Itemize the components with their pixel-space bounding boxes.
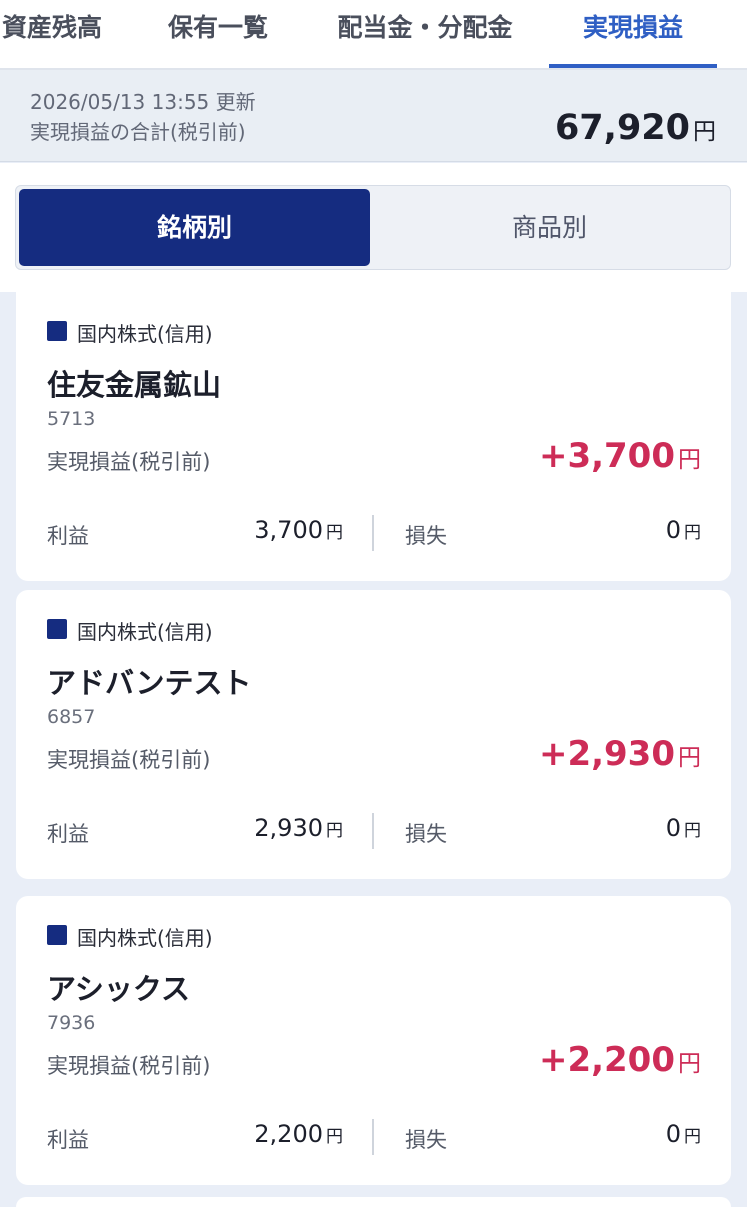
- loss-value: 0: [665, 516, 681, 544]
- gain-amount: 2,200 円: [254, 1120, 343, 1148]
- gain-label: 利益: [47, 524, 89, 548]
- pl-value: +2,930: [538, 734, 675, 774]
- gain-unit: 円: [326, 821, 343, 841]
- by-product-button[interactable]: 商品別: [372, 189, 727, 266]
- top-tab-bar: 資産残高 保有一覧 配当金・分配金 実現損益: [0, 0, 747, 70]
- holding-card[interactable]: 国内株式(信用) アドバンテスト 6857 実現損益(税引前) +2,930 円 …: [16, 590, 731, 879]
- total-label: 実現損益の合計(税引前): [30, 120, 246, 144]
- loss-amount: 0円: [666, 516, 701, 544]
- tab-holdings-list[interactable]: 保有一覧: [153, 0, 283, 68]
- loss-value: 0: [665, 1120, 681, 1148]
- pl-unit: 円: [678, 447, 701, 473]
- loss-value: 0: [665, 814, 681, 842]
- tab-dividends[interactable]: 配当金・分配金: [325, 0, 525, 68]
- gain-unit: 円: [326, 1127, 343, 1147]
- stock-code: 6857: [47, 706, 96, 728]
- gain-unit: 円: [326, 523, 343, 543]
- stock-name: 住友金属鉱山: [47, 368, 222, 402]
- category-label: 国内株式(信用): [77, 926, 213, 950]
- pl-label: 実現損益(税引前): [47, 1054, 211, 1078]
- divider: [372, 515, 374, 551]
- by-stock-button[interactable]: 銘柄別: [19, 189, 370, 266]
- category-marker-icon: [47, 321, 67, 341]
- gain-label: 利益: [47, 1128, 89, 1152]
- loss-unit: 円: [684, 523, 701, 543]
- category-label: 国内株式(信用): [77, 322, 213, 346]
- pl-amount: +2,930 円: [539, 734, 701, 774]
- stock-code: 7936: [47, 1012, 96, 1034]
- view-toggle: 銘柄別 商品別: [15, 185, 731, 270]
- gain-amount: 2,930 円: [254, 814, 343, 842]
- realized-pl-summary: 2026/05/13 13:55 更新 実現損益の合計(税引前) 67,920 円: [0, 70, 747, 162]
- gain-value: 2,930: [254, 814, 323, 842]
- updated-timestamp: 2026/05/13 13:55 更新: [30, 90, 256, 114]
- gain-value: 3,700: [254, 516, 323, 544]
- category-marker-icon: [47, 619, 67, 639]
- gain-label: 利益: [47, 822, 89, 846]
- gain-value: 2,200: [254, 1120, 323, 1148]
- loss-label: 損失: [405, 1128, 447, 1152]
- loss-unit: 円: [684, 1127, 701, 1147]
- divider: [372, 1119, 374, 1155]
- holding-card[interactable]: 国内株式(信用) アシックス 7936 実現損益(税引前) +2,200 円 利益…: [16, 896, 731, 1185]
- stock-code: 5713: [47, 408, 96, 430]
- divider: [372, 813, 374, 849]
- loss-amount: 0円: [666, 1120, 701, 1148]
- stock-name: アドバンテスト: [47, 666, 252, 700]
- holding-card[interactable]: 国内株式(信用) 住友金属鉱山 5713 実現損益(税引前) +3,700 円 利…: [16, 292, 731, 581]
- loss-label: 損失: [405, 822, 447, 846]
- gain-amount: 3,700 円: [254, 516, 343, 544]
- pl-unit: 円: [678, 1051, 701, 1077]
- total-unit: 円: [693, 119, 716, 145]
- pl-value: +2,200: [538, 1040, 675, 1080]
- pl-unit: 円: [678, 745, 701, 771]
- category-label: 国内株式(信用): [77, 620, 213, 644]
- loss-unit: 円: [684, 821, 701, 841]
- category-marker-icon: [47, 925, 67, 945]
- stock-name: アシックス: [47, 972, 190, 1006]
- view-toggle-area: 銘柄別 商品別: [0, 163, 747, 292]
- pl-amount: +2,200 円: [539, 1040, 701, 1080]
- pl-label: 実現損益(税引前): [47, 748, 211, 772]
- loss-label: 損失: [405, 524, 447, 548]
- loss-amount: 0円: [666, 814, 701, 842]
- total-amount: 67,920 円: [555, 108, 716, 148]
- total-value: 67,920: [554, 108, 690, 148]
- pl-amount: +3,700 円: [539, 436, 701, 476]
- pl-label: 実現損益(税引前): [47, 450, 211, 474]
- tab-realized-pl[interactable]: 実現損益: [549, 0, 717, 68]
- tab-asset-balance[interactable]: 資産残高: [0, 0, 112, 68]
- pl-value: +3,700: [538, 436, 675, 476]
